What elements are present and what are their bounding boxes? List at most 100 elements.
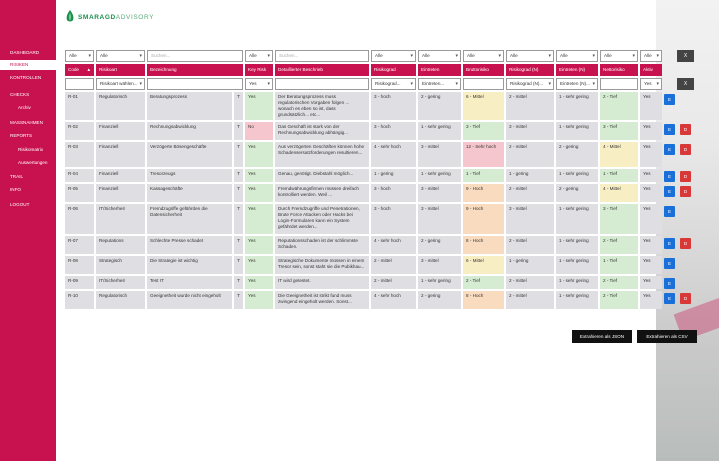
edit-button[interactable]: E xyxy=(664,258,675,269)
delete-button[interactable]: D xyxy=(680,186,691,197)
filter-eintreten-select[interactable]: Alle xyxy=(418,50,461,62)
cell-beschrieb: Fremdwährungsfirmen müssen dreifach kont… xyxy=(275,184,369,202)
edit-button[interactable]: E xyxy=(664,186,675,197)
cell-aktiv: Yes xyxy=(640,276,662,289)
edit-button[interactable]: E xyxy=(664,293,675,304)
nav-item-risiken[interactable]: RISIKEN xyxy=(0,60,56,70)
column-header-grad_n[interactable]: Risikograd (N) xyxy=(506,64,554,76)
filter-key-select[interactable]: Alle xyxy=(245,50,273,62)
column-header-aktiv[interactable]: Aktiv xyxy=(640,64,662,76)
delete-button[interactable]: D xyxy=(680,238,691,249)
table-row[interactable]: R-10 Regulatorisch Geeignetheit wurde nich… xyxy=(65,291,694,309)
column-header-bez[interactable]: Bezeichnung xyxy=(147,64,243,76)
edit-button[interactable]: E xyxy=(664,238,675,249)
filter2-aktiv-select[interactable]: Yes xyxy=(640,78,662,90)
cell-eintreten: 1 - sehr gering xyxy=(418,276,461,289)
filter-eintreten_n-select[interactable]: Alle xyxy=(556,50,598,62)
table-row[interactable]: R-05 Finanziell Kassageschäfte T Yes Fremdwäh… xyxy=(65,184,694,202)
edit-button[interactable]: E xyxy=(664,206,675,217)
edit-button[interactable]: E xyxy=(664,171,675,182)
table-row[interactable]: R-04 Finanziell Tresorzeugs T Yes Genau, genö… xyxy=(65,169,694,182)
cell-eintreten: 1 - sehr gering xyxy=(418,122,461,140)
nav-item-info[interactable]: INFO xyxy=(0,185,56,195)
filter2-eintreten-select[interactable]: Eintreten... xyxy=(418,78,461,90)
clear-filters-button[interactable]: X xyxy=(677,50,694,62)
filter-brutto-select[interactable]: Alle xyxy=(463,50,504,62)
nav-item-checks[interactable]: CHECKS xyxy=(0,90,56,100)
cell-key: Yes xyxy=(245,184,273,202)
filter-art-select[interactable]: Alle xyxy=(96,50,145,62)
filter-netto-select[interactable]: Alle xyxy=(600,50,638,62)
filter2-art-select[interactable]: Risikoart wählen... xyxy=(96,78,145,90)
column-header-code[interactable]: Code ▲ xyxy=(65,64,94,76)
translate-icon[interactable]: T xyxy=(234,204,243,234)
translate-icon[interactable]: T xyxy=(234,256,243,274)
column-header-eintreten_n[interactable]: Eintreten (N) xyxy=(556,64,598,76)
nav-item-dashboard[interactable]: DASHBOARD xyxy=(0,48,56,58)
column-header-label: Bruttorisiko xyxy=(466,67,489,72)
clear-filters-button-2[interactable]: X xyxy=(677,78,694,90)
table-row[interactable]: R-03 Finanziell Verzögerte Bösengeschäfte T… xyxy=(65,142,694,167)
filter2-grad-select[interactable]: Risikograd... xyxy=(371,78,416,90)
filter-beschrieb-search[interactable]: Suchen... xyxy=(275,50,369,62)
delete-button[interactable]: D xyxy=(680,144,691,155)
column-header-art[interactable]: Risikoart xyxy=(96,64,145,76)
export-csv-button[interactable]: Extrahieren als CSV xyxy=(637,330,697,343)
delete-button[interactable]: D xyxy=(680,124,691,135)
delete-button[interactable]: D xyxy=(680,293,691,304)
column-header-grad[interactable]: Risikograd xyxy=(371,64,416,76)
column-header-label: Risikograd (N) xyxy=(509,67,539,72)
nav-item-risikomatrix[interactable]: Risikomatrix xyxy=(0,145,56,155)
translate-icon[interactable]: T xyxy=(234,291,243,309)
cell-eintreten_n: 2 - gering xyxy=(556,184,598,202)
filter2-code-input[interactable] xyxy=(65,78,94,90)
nav-item-kontrollen[interactable]: KONTROLLEN xyxy=(0,73,56,83)
filter-bez-search[interactable]: Suchen... xyxy=(147,50,243,62)
filter-aktiv-select[interactable]: Alle xyxy=(640,50,662,62)
nav-item-reports[interactable]: REPORTS xyxy=(0,131,56,141)
table-row[interactable]: R-06 IT/Sicherheit Fremdzugriffe gefährden… xyxy=(65,204,694,234)
column-header-brutto[interactable]: Bruttorisiko xyxy=(463,64,504,76)
cell-bez: Rechnungsabwicklung xyxy=(147,122,232,140)
column-header-beschrieb[interactable]: Detaillierter Beschrieb xyxy=(275,64,369,76)
edit-button[interactable]: E xyxy=(664,278,675,289)
nav-item-auswertungen[interactable]: Auswertungen xyxy=(0,158,56,168)
translate-icon[interactable]: T xyxy=(234,122,243,140)
nav-item-logout[interactable]: LOGOUT xyxy=(0,200,56,210)
column-header-eintreten[interactable]: Eintreten xyxy=(418,64,461,76)
nav-item-trail[interactable]: TRAIL xyxy=(0,172,56,182)
filter2-eintreten_n-select[interactable]: Eintreten (N)... xyxy=(556,78,598,90)
cell-aktiv: Yes xyxy=(640,204,662,234)
edit-button[interactable]: E xyxy=(664,94,675,105)
translate-icon[interactable]: T xyxy=(234,236,243,254)
column-header-netto[interactable]: Nettorisiko xyxy=(600,64,638,76)
translate-icon[interactable]: T xyxy=(234,92,243,120)
table-row[interactable]: R-08 Strategisch Die Strategie ist wichtig… xyxy=(65,256,694,274)
filter2-grad_n-select[interactable]: Risikograd (N)... xyxy=(506,78,554,90)
translate-icon[interactable]: T xyxy=(234,169,243,182)
edit-button[interactable]: E xyxy=(664,124,675,135)
filter2-bez-input[interactable] xyxy=(147,78,243,90)
brand-name-primary: SMARAGD xyxy=(78,13,116,21)
column-header-key[interactable]: Key Risk xyxy=(245,64,273,76)
filter2-netto-input[interactable] xyxy=(600,78,638,90)
table-row[interactable]: R-09 IT/Sicherheit Test IT T Yes IT wird gete… xyxy=(65,276,694,289)
table-row[interactable]: R-01 Regulatorisch Beratungsprozess T Yes Der… xyxy=(65,92,694,120)
table-row[interactable]: R-07 Reputations Schlechte Presse schadet T… xyxy=(65,236,694,254)
table-row[interactable]: R-02 Finanziell Rechnungsabwicklung T No Das … xyxy=(65,122,694,140)
filter2-brutto-input[interactable] xyxy=(463,78,504,90)
filter-code-select[interactable]: Alle xyxy=(65,50,94,62)
translate-icon[interactable]: T xyxy=(234,142,243,167)
edit-button[interactable]: E xyxy=(664,144,675,155)
filter2-beschrieb-input[interactable] xyxy=(275,78,369,90)
nav-item-massnahmen[interactable]: MASSNAHMEN xyxy=(0,118,56,128)
translate-icon[interactable]: T xyxy=(234,184,243,202)
filter-grad_n-select[interactable]: Alle xyxy=(506,50,554,62)
filter2-key-select[interactable]: Yes xyxy=(245,78,273,90)
cell-grad: 3 - hoch xyxy=(371,92,416,120)
translate-icon[interactable]: T xyxy=(234,276,243,289)
export-json-button[interactable]: Extrahieren als JSON xyxy=(572,330,632,343)
delete-button[interactable]: D xyxy=(680,171,691,182)
nav-item-archiv[interactable]: Archiv xyxy=(0,103,56,113)
filter-grad-select[interactable]: Alle xyxy=(371,50,416,62)
